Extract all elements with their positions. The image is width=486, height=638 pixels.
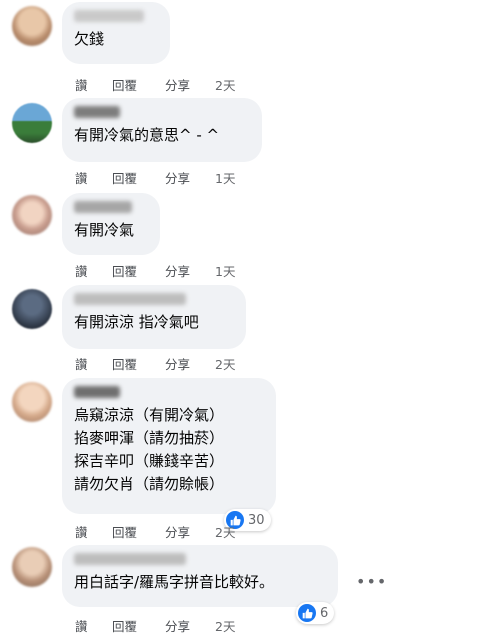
comment-text: 烏窺涼涼（有開冷氣）	[74, 406, 225, 424]
comment-actions: 讚 回覆 分享 1天	[75, 168, 235, 187]
comment-text: 用白話字/羅馬字拼音比較好。	[74, 573, 275, 591]
comment-text: 欠錢	[74, 30, 105, 48]
like-link[interactable]: 讚	[75, 168, 112, 187]
reaction-total: 30	[248, 512, 265, 528]
comment-actions: 讚 回覆 分享 2天	[75, 354, 235, 373]
reaction-count[interactable]: 6	[296, 602, 335, 624]
comment-bubble: 用白話字/羅馬字拼音比較好。	[62, 545, 338, 607]
timestamp[interactable]: 1天	[215, 261, 235, 280]
avatar[interactable]	[12, 103, 52, 143]
reply-link[interactable]: 回覆	[112, 616, 165, 635]
like-link[interactable]: 讚	[75, 354, 112, 373]
comment-text: 有開涼涼 指冷氣吧	[74, 313, 199, 331]
avatar[interactable]	[12, 382, 52, 422]
comment-bubble: 烏窺涼涼（有開冷氣） 掐麥呷渾（請勿抽菸） 探吉辛叩（賺錢辛苦） 請勿欠肖（請勿…	[62, 378, 276, 514]
author-name-redacted[interactable]	[74, 386, 120, 398]
like-link[interactable]: 讚	[75, 75, 112, 94]
comment-actions: 讚 回覆 分享 2天	[75, 616, 235, 635]
share-link[interactable]: 分享	[165, 75, 215, 94]
avatar[interactable]	[12, 6, 52, 46]
comment-bubble: 有開冷氣的意思^ - ^	[62, 98, 262, 162]
comment-actions: 讚 回覆 分享 2天	[75, 522, 235, 541]
avatar[interactable]	[12, 195, 52, 235]
comment-actions: 讚 回覆 分享 1天	[75, 261, 235, 280]
share-link[interactable]: 分享	[165, 354, 215, 373]
avatar[interactable]	[12, 289, 52, 329]
timestamp[interactable]: 1天	[215, 168, 235, 187]
author-name-redacted[interactable]	[74, 106, 120, 118]
reaction-total: 6	[320, 605, 329, 621]
share-link[interactable]: 分享	[165, 616, 215, 635]
thumbs-up-icon	[298, 604, 316, 622]
comment-bubble: 有開涼涼 指冷氣吧	[62, 285, 246, 349]
comment-actions: 讚 回覆 分享 2天	[75, 75, 235, 94]
like-link[interactable]: 讚	[75, 522, 112, 541]
share-link[interactable]: 分享	[165, 168, 215, 187]
comment-text: 掐麥呷渾（請勿抽菸）	[74, 429, 225, 447]
like-link[interactable]: 讚	[75, 261, 112, 280]
timestamp[interactable]: 2天	[215, 522, 235, 541]
ellipsis-icon[interactable]: •••	[356, 572, 387, 591]
comment-text: 有開冷氣	[74, 221, 135, 239]
timestamp[interactable]: 2天	[215, 75, 235, 94]
author-name-redacted[interactable]	[74, 10, 144, 22]
author-name-redacted[interactable]	[74, 293, 186, 305]
timestamp[interactable]: 2天	[215, 354, 235, 373]
comment-bubble: 欠錢	[62, 2, 170, 64]
author-name-redacted[interactable]	[74, 201, 132, 213]
reply-link[interactable]: 回覆	[112, 354, 165, 373]
comment-text: 探吉辛叩（賺錢辛苦）	[74, 452, 225, 470]
timestamp[interactable]: 2天	[215, 616, 235, 635]
share-link[interactable]: 分享	[165, 261, 215, 280]
avatar[interactable]	[12, 547, 52, 587]
comment-bubble: 有開冷氣	[62, 193, 160, 255]
share-link[interactable]: 分享	[165, 522, 215, 541]
comment-text: 請勿欠肖（請勿賒帳）	[74, 475, 225, 493]
reply-link[interactable]: 回覆	[112, 75, 165, 94]
reply-link[interactable]: 回覆	[112, 522, 165, 541]
like-link[interactable]: 讚	[75, 616, 112, 635]
comment-text: 有開冷氣的意思^ - ^	[74, 126, 220, 144]
author-name-redacted[interactable]	[74, 553, 186, 565]
reply-link[interactable]: 回覆	[112, 168, 165, 187]
reply-link[interactable]: 回覆	[112, 261, 165, 280]
